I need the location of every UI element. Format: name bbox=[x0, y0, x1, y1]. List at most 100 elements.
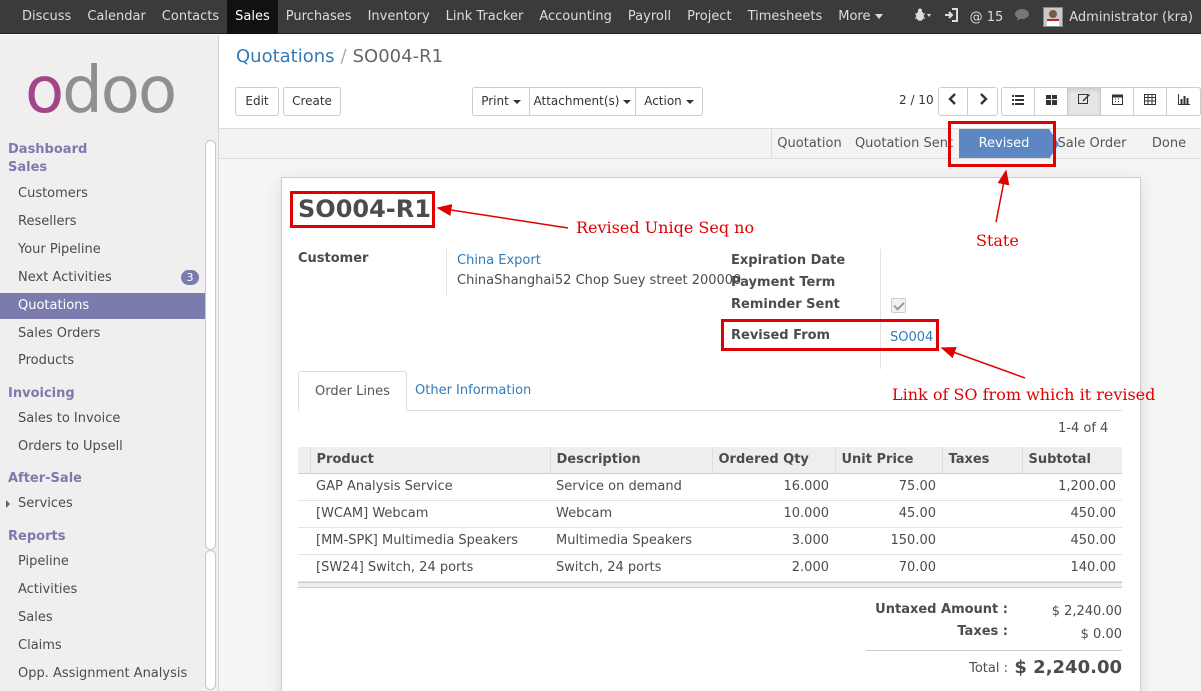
cell-unit-price[interactable]: 70.00 bbox=[835, 554, 942, 582]
sidebar-item-sales-report[interactable]: Sales bbox=[0, 605, 205, 631]
debug-icon[interactable] bbox=[914, 8, 932, 26]
sidebar-item-products[interactable]: Products bbox=[0, 348, 205, 374]
sidebar-item-next-activities[interactable]: Next Activities 3 bbox=[0, 265, 205, 291]
sidebar-item-activities[interactable]: Activities bbox=[0, 577, 205, 603]
edit-button[interactable]: Edit bbox=[235, 87, 279, 116]
header-unit-price[interactable]: Unit Price bbox=[834, 447, 942, 474]
kanban-view-button[interactable] bbox=[1035, 88, 1068, 115]
sidebar-scrollbar-track[interactable] bbox=[205, 550, 216, 690]
pivot-view-button[interactable] bbox=[1134, 88, 1167, 115]
customer-address: ChinaShanghai52 Chop Suey street 200000 bbox=[457, 273, 742, 288]
cell-product[interactable]: [SW24] Switch, 24 ports bbox=[310, 554, 550, 582]
cell-taxes[interactable] bbox=[942, 554, 1022, 582]
menu-timesheets[interactable]: Timesheets bbox=[740, 0, 831, 34]
sidebar-item-orders-to-upsell[interactable]: Orders to Upsell bbox=[0, 434, 205, 460]
menu-payroll[interactable]: Payroll bbox=[620, 0, 679, 34]
menu-discuss[interactable]: Discuss bbox=[14, 0, 79, 34]
sidebar-item-services[interactable]: Services bbox=[0, 491, 205, 517]
annotation-state-note: State bbox=[976, 231, 1019, 250]
action-dropdown[interactable]: Action bbox=[636, 88, 702, 115]
sidebar-item-pipeline[interactable]: Pipeline bbox=[0, 549, 205, 575]
user-menu[interactable]: Administrator (kra) bbox=[1043, 7, 1193, 27]
menu-purchases[interactable]: Purchases bbox=[278, 0, 360, 34]
table-row[interactable]: GAP Analysis Service Service on demand 1… bbox=[298, 473, 1122, 501]
pager-value[interactable]: 2 / 10 bbox=[899, 93, 934, 107]
table-row[interactable]: [SW24] Switch, 24 ports Switch, 24 ports… bbox=[298, 554, 1122, 582]
breadcrumb-quotations-link[interactable]: Quotations bbox=[236, 46, 335, 67]
cell-ordered-qty[interactable]: 10.000 bbox=[712, 500, 835, 528]
header-subtotal[interactable]: Subtotal bbox=[1021, 447, 1122, 474]
reminder-sent-label: Reminder Sent bbox=[731, 297, 840, 312]
count-badge: 3 bbox=[181, 270, 199, 285]
create-button[interactable]: Create bbox=[283, 87, 341, 116]
attachments-dropdown[interactable]: Attachment(s) bbox=[530, 88, 636, 115]
table-row[interactable]: [MM-SPK] Multimedia Speakers Multimedia … bbox=[298, 527, 1122, 555]
menu-inventory[interactable]: Inventory bbox=[360, 0, 438, 34]
sidebar-item-customers[interactable]: Customers bbox=[0, 181, 205, 207]
cell-taxes[interactable] bbox=[942, 473, 1022, 501]
menu-calendar[interactable]: Calendar bbox=[79, 0, 153, 34]
pager-next-button[interactable] bbox=[968, 88, 997, 115]
cell-unit-price[interactable]: 75.00 bbox=[835, 473, 942, 501]
customer-link[interactable]: China Export bbox=[457, 253, 541, 268]
menu-project[interactable]: Project bbox=[679, 0, 739, 34]
table-row[interactable]: [WCAM] Webcam Webcam 10.000 45.00 450.00 bbox=[298, 500, 1122, 528]
header-taxes[interactable]: Taxes bbox=[941, 447, 1022, 474]
stage-quotation-sent[interactable]: Quotation Sent bbox=[854, 129, 954, 158]
messages-button[interactable]: @ 15 bbox=[970, 10, 1004, 25]
cell-product[interactable]: GAP Analysis Service bbox=[310, 473, 550, 501]
cell-taxes[interactable] bbox=[942, 527, 1022, 555]
annotation-box-seq bbox=[290, 191, 435, 228]
reminder-sent-checkbox[interactable] bbox=[891, 298, 906, 313]
cell-description[interactable]: Switch, 24 ports bbox=[550, 554, 712, 582]
cell-taxes[interactable] bbox=[942, 500, 1022, 528]
cell-description[interactable]: Webcam bbox=[550, 500, 712, 528]
cell-unit-price[interactable]: 45.00 bbox=[835, 500, 942, 528]
sidebar-heading-dashboard[interactable]: Dashboard bbox=[8, 142, 87, 157]
odoo-logo[interactable]: odoo bbox=[25, 59, 177, 123]
menu-accounting[interactable]: Accounting bbox=[531, 0, 620, 34]
cell-unit-price[interactable]: 150.00 bbox=[835, 527, 942, 555]
stage-sale-order[interactable]: Sale Order bbox=[1057, 129, 1127, 158]
cell-subtotal: 450.00 bbox=[1022, 527, 1122, 555]
form-view-button[interactable] bbox=[1068, 88, 1101, 115]
tab-other-information[interactable]: Other Information bbox=[399, 371, 547, 411]
cell-ordered-qty[interactable]: 2.000 bbox=[712, 554, 835, 582]
graph-view-button[interactable] bbox=[1167, 88, 1200, 115]
sidebar-item-resellers[interactable]: Resellers bbox=[0, 209, 205, 235]
sidebar-item-opp-assignment-analysis[interactable]: Opp. Assignment Analysis bbox=[0, 661, 205, 687]
cell-description[interactable]: Service on demand bbox=[550, 473, 712, 501]
sidebar-heading-invoicing: Invoicing bbox=[8, 386, 75, 401]
list-view-button[interactable] bbox=[1002, 88, 1035, 115]
menu-sales[interactable]: Sales bbox=[227, 0, 278, 34]
field-divider bbox=[446, 248, 447, 296]
cell-subtotal: 1,200.00 bbox=[1022, 473, 1122, 501]
cell-product[interactable]: [MM-SPK] Multimedia Speakers bbox=[310, 527, 550, 555]
sidebar-item-your-pipeline[interactable]: Your Pipeline bbox=[0, 237, 205, 263]
menu-more[interactable]: More bbox=[830, 0, 890, 34]
sidebar-scrollbar-thumb[interactable] bbox=[205, 140, 216, 550]
print-dropdown[interactable]: Print bbox=[473, 88, 530, 115]
header-product[interactable]: Product bbox=[309, 447, 550, 474]
sidebar-item-sales-to-invoice[interactable]: Sales to Invoice bbox=[0, 406, 205, 432]
sidebar-item-quotations[interactable]: Quotations bbox=[0, 293, 205, 319]
cell-product[interactable]: [WCAM] Webcam bbox=[310, 500, 550, 528]
cell-ordered-qty[interactable]: 16.000 bbox=[712, 473, 835, 501]
sidebar-item-claims[interactable]: Claims bbox=[0, 633, 205, 659]
stage-quotation[interactable]: Quotation bbox=[771, 129, 847, 158]
chat-icon[interactable] bbox=[1015, 8, 1031, 26]
cell-ordered-qty[interactable]: 3.000 bbox=[712, 527, 835, 555]
stage-done[interactable]: Done bbox=[1137, 129, 1201, 158]
header-ordered-qty[interactable]: Ordered Qty bbox=[711, 447, 835, 474]
cell-subtotal: 450.00 bbox=[1022, 500, 1122, 528]
sidebar-heading-reports: Reports bbox=[8, 529, 66, 544]
calendar-view-button[interactable] bbox=[1101, 88, 1134, 115]
cell-description[interactable]: Multimedia Speakers bbox=[550, 527, 712, 555]
tab-order-lines[interactable]: Order Lines bbox=[298, 371, 407, 411]
header-description[interactable]: Description bbox=[549, 447, 712, 474]
menu-contacts[interactable]: Contacts bbox=[154, 0, 227, 34]
sidebar-item-sales-orders[interactable]: Sales Orders bbox=[0, 321, 205, 347]
sign-in-icon[interactable] bbox=[944, 8, 958, 26]
menu-link-tracker[interactable]: Link Tracker bbox=[438, 0, 532, 34]
pager-previous-button[interactable] bbox=[939, 88, 968, 115]
